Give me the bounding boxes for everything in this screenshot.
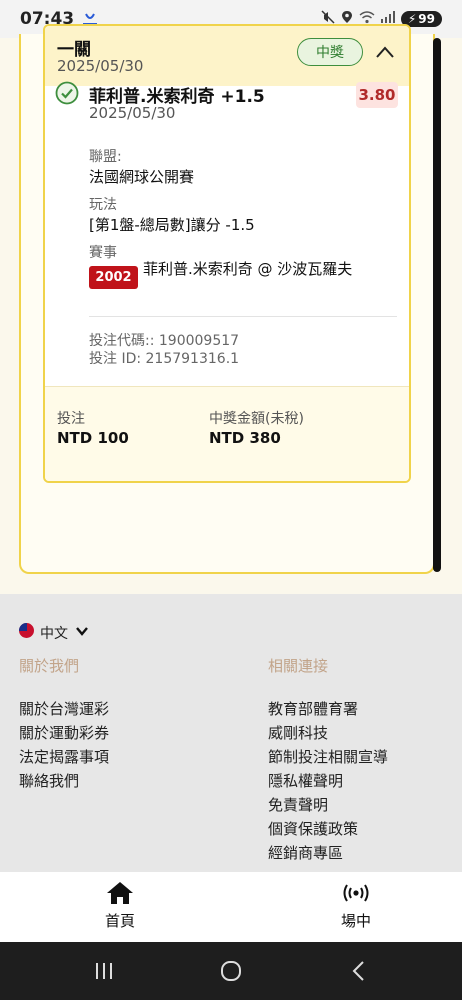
footer-link-about-lottery[interactable]: 關於運動彩券: [19, 722, 109, 743]
charging-icon: ⚡: [407, 12, 417, 26]
footer-link-privacy[interactable]: 隱私權聲明: [268, 770, 343, 791]
chevron-down-icon[interactable]: [74, 623, 90, 639]
live-broadcast-icon: [343, 884, 369, 902]
home-button[interactable]: [211, 956, 251, 986]
bet-slip-header[interactable]: 一關 2025/05/30 中獎: [45, 26, 409, 86]
event-name: 菲利普.米索利奇 @ 沙波瓦羅夫: [143, 260, 353, 278]
about-heading: 關於我們: [19, 657, 80, 675]
league-value: 法國網球公開賽: [89, 168, 195, 186]
footer-link-dealer[interactable]: 經銷商專區: [268, 842, 343, 863]
bet-slip-card: 一關 2025/05/30 中獎 菲利普.米索利奇 +1.5 2025/05/3…: [43, 24, 411, 483]
taiwan-flag-icon: [19, 623, 34, 638]
footer-link-responsible-gaming[interactable]: 節制投注相關宣導: [268, 746, 388, 767]
footer-link-adata[interactable]: 威剛科技: [268, 722, 328, 743]
back-button[interactable]: [338, 956, 378, 986]
home-circle-icon: [220, 961, 241, 981]
home-icon: [107, 882, 133, 904]
collapse-button[interactable]: [373, 40, 397, 64]
footer-link-disclaimer[interactable]: 免責聲明: [268, 794, 328, 815]
nav-live-label: 場中: [340, 912, 371, 930]
event-label: 賽事: [89, 245, 117, 261]
footer-link-sports-admin[interactable]: 教育部體育署: [268, 698, 358, 719]
divider: [89, 316, 397, 317]
league-label: 聯盟:: [89, 149, 122, 165]
play-value: [第1盤-總局數]讓分 -1.5: [89, 216, 255, 234]
footer-link-contact[interactable]: 聯絡我們: [19, 770, 79, 791]
nav-home-label: 首頁: [104, 912, 135, 930]
scrollbar[interactable]: [433, 38, 441, 572]
system-nav-bar: [0, 942, 462, 1000]
recent-apps-icon: [95, 963, 112, 979]
event-code-badge: 2002: [89, 266, 138, 289]
related-heading: 相關連接: [268, 657, 329, 675]
odds-badge: 3.80: [356, 82, 398, 108]
back-chevron-icon: [352, 961, 365, 981]
selection-date: 2025/05/30: [89, 104, 176, 122]
battery-level: 99: [418, 12, 435, 26]
nav-home[interactable]: 首頁: [80, 880, 160, 931]
stake-label: 投注: [57, 411, 85, 427]
stake-value: NTD 100: [57, 429, 129, 447]
status-badge: 中獎: [297, 38, 363, 66]
nav-live[interactable]: 場中: [316, 880, 396, 931]
footer-link-about-tsl[interactable]: 關於台灣運彩: [19, 698, 109, 719]
check-circle-icon: [55, 81, 79, 105]
footer-link-disclosure[interactable]: 法定揭露事項: [19, 746, 109, 767]
language-selector[interactable]: 中文: [40, 623, 68, 643]
payout-label: 中獎金額(未稅): [209, 411, 304, 427]
bet-code: 投注代碼:: 190009517: [89, 333, 240, 349]
bet-date: 2025/05/30: [57, 57, 144, 75]
footer-link-data-protection[interactable]: 個資保護政策: [268, 818, 358, 839]
play-label: 玩法: [89, 197, 117, 213]
payout-value: NTD 380: [209, 429, 281, 447]
bet-id: 投注 ID: 215791316.1: [89, 351, 240, 367]
chevron-up-icon: [376, 46, 394, 58]
recent-apps-button[interactable]: [84, 956, 124, 986]
